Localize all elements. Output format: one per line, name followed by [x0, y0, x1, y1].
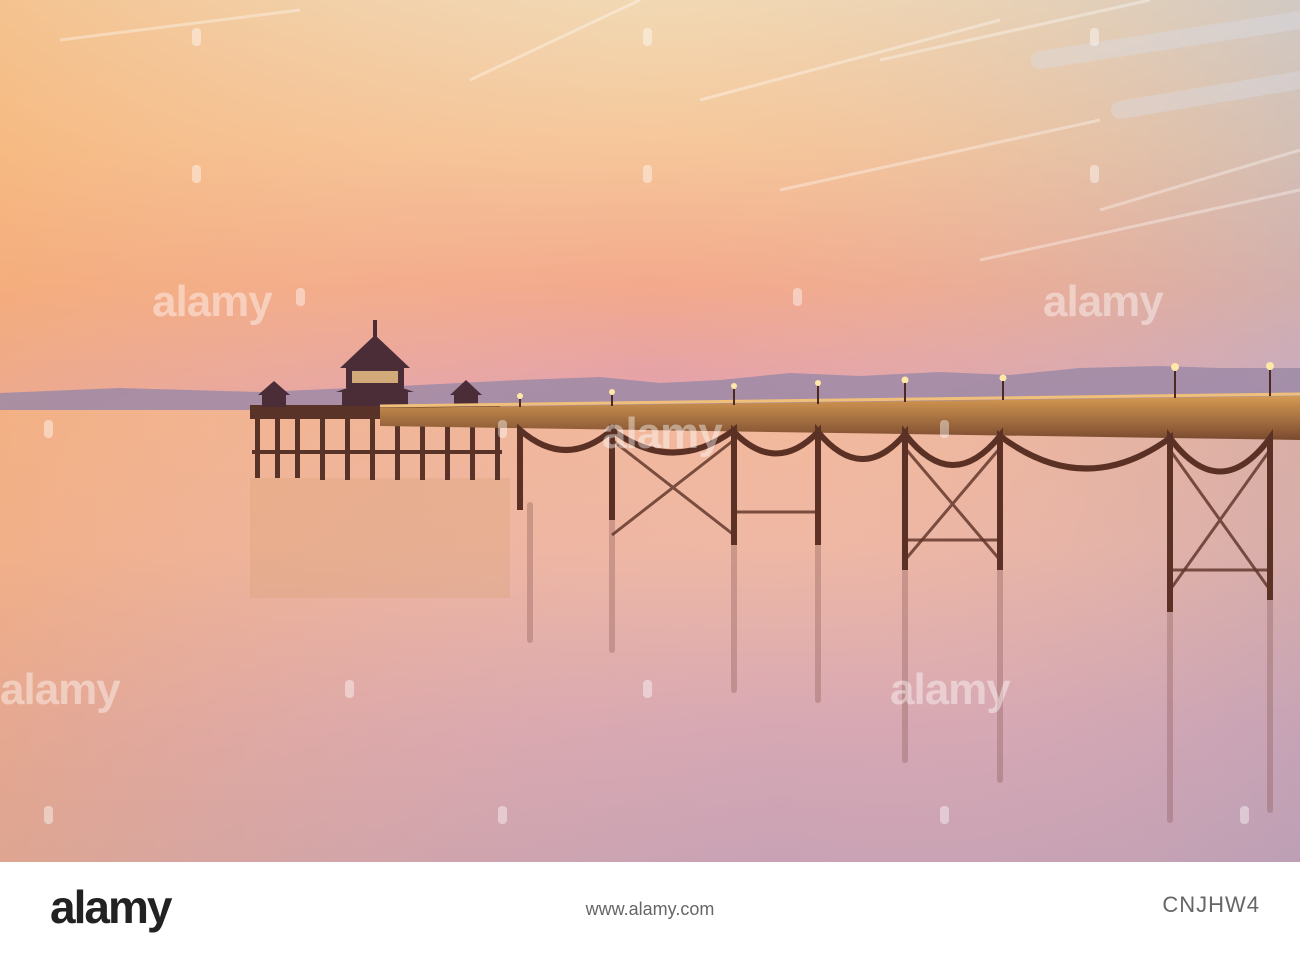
watermark-text: alamy [0, 665, 121, 714]
watermark-text: alamy [602, 409, 723, 458]
watermark-mark [940, 420, 949, 438]
watermark-mark [44, 806, 53, 824]
watermark-text: alamy [152, 277, 273, 326]
watermark-mark [498, 806, 507, 824]
watermark-mark [1240, 806, 1249, 824]
watermark-mark [793, 288, 802, 306]
watermark-mark [1090, 165, 1099, 183]
watermark-mark [1090, 28, 1099, 46]
watermark-mark [643, 680, 652, 698]
site-url: www.alamy.com [585, 899, 715, 919]
watermark-mark [192, 28, 201, 46]
watermark-mark [940, 806, 949, 824]
watermark-mark [643, 28, 652, 46]
watermark-mark [345, 680, 354, 698]
watermark-mark [44, 420, 53, 438]
alamy-logo: alamy [50, 881, 172, 933]
watermark-mark [643, 165, 652, 183]
stock-photo-page: alamy alamy alamy alamy alamy alamy www.… [0, 0, 1300, 956]
watermark-text: alamy [890, 665, 1011, 714]
watermark-mark [498, 420, 507, 438]
pier-sunset-photo: alamy alamy alamy alamy alamy [0, 0, 1300, 862]
image-id: CNJHW4 [1162, 892, 1260, 917]
stock-footer-bar: alamy www.alamy.com CNJHW4 [0, 862, 1300, 956]
watermark-text: alamy [1043, 277, 1164, 326]
watermark-mark [296, 288, 305, 306]
watermark-mark [192, 165, 201, 183]
